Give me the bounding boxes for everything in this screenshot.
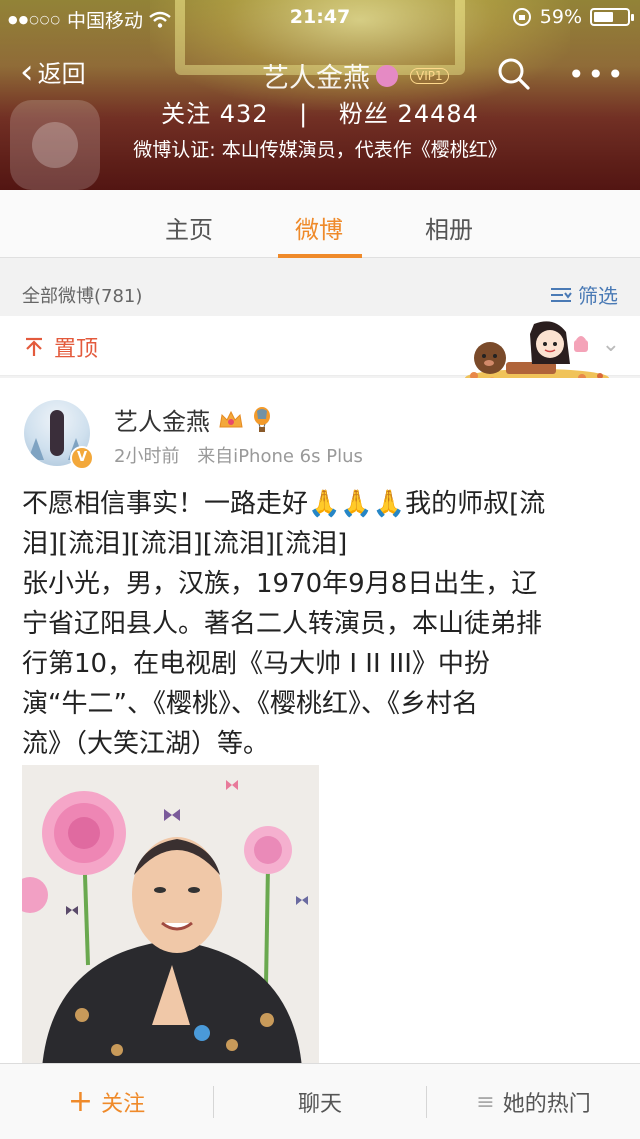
chevron-left-icon: ‹: [20, 51, 34, 92]
tab-home[interactable]: 主页: [165, 210, 213, 245]
crown-icon: [219, 410, 243, 427]
back-label: 返回: [37, 60, 86, 88]
post-line: 不愿相信事实！一路走好🙏🙏🙏我的师叔[流: [22, 489, 546, 519]
follow-label: 关注: [101, 1092, 146, 1117]
post-line: 宁省辽阳县人。著名二人转演员，本山徒弟排: [22, 609, 543, 639]
post-meta: 2小时前 来自iPhone 6s Plus: [114, 442, 375, 468]
following-stat[interactable]: 关注 432: [161, 100, 277, 128]
member-icon: [376, 64, 398, 87]
followers-count: 24484: [397, 100, 479, 128]
back-button[interactable]: ‹ 返回: [20, 54, 86, 89]
stats-divider: |: [299, 100, 309, 128]
battery-icon: [590, 8, 634, 26]
nav-title-text: 艺人金燕: [262, 63, 370, 94]
tab-weibo[interactable]: 微博: [295, 210, 343, 245]
pin-top-icon: [26, 337, 42, 356]
profile-tabs: 主页 微博 相册: [0, 190, 640, 258]
verification-text: 微博认证: 本山传媒演员，代表作《樱桃红》: [133, 139, 507, 161]
avatar-figure: [50, 410, 64, 456]
post-source: 来自iPhone 6s Plus: [197, 446, 363, 467]
filter-button[interactable]: 筛选: [550, 280, 618, 309]
post-count: 全部微博(781): [22, 286, 143, 307]
list-icon: ≡: [476, 1089, 495, 1115]
bottom-action-bar: + 关注 聊天 ≡ 她的热门: [0, 1063, 640, 1139]
more-icon[interactable]: •••: [568, 58, 627, 91]
chat-button[interactable]: 聊天: [214, 1064, 426, 1139]
post-photo[interactable]: [22, 765, 319, 1068]
post-time: 2小时前: [114, 446, 180, 467]
post-text: 不愿相信事实！一路走好🙏🙏🙏我的师叔[流 泪][流泪][流泪][流泪][流泪] …: [22, 484, 618, 764]
tab-album[interactable]: 相册: [425, 210, 473, 245]
hot-posts-button[interactable]: ≡ 她的热门: [427, 1064, 640, 1139]
post-line: 泪][流泪][流泪][流泪][流泪]: [22, 529, 348, 559]
filter-label: 筛选: [578, 284, 618, 308]
search-icon[interactable]: [496, 56, 532, 92]
hot-label: 她的热门: [502, 1092, 591, 1117]
post-line: 演“牛二”、《樱桃》、《樱桃红》、《乡村名: [22, 689, 478, 719]
avatar-tree: [28, 438, 44, 460]
profile-stats: 关注 432 | 粉丝 24484: [0, 94, 640, 129]
post-card: V 艺人金燕 2小时前 来自iPhone 6s Plus 不愿相信事实！一路走好…: [0, 378, 640, 1068]
followers-label: 粉丝: [338, 100, 389, 128]
battery-fill: [594, 12, 613, 22]
follow-button[interactable]: + 关注: [0, 1064, 213, 1139]
nav-title: 艺人金燕 VIP1: [262, 56, 449, 95]
following-label: 关注: [161, 100, 212, 128]
active-tab-indicator: [278, 254, 362, 258]
plus-icon: +: [67, 1084, 94, 1119]
filter-icon: [551, 287, 572, 302]
chat-label: 聊天: [297, 1092, 342, 1117]
rotation-lock-icon: [512, 8, 531, 26]
followers-stat[interactable]: 粉丝 24484: [339, 100, 479, 128]
post-line: 行第10，在电视剧《马大帅 I II III》中扮: [22, 649, 490, 679]
profile-cover: ●●○○○ 中国移动 21:47 59% ‹ 返回 艺人金燕 VIP1 ••• …: [0, 0, 640, 190]
post-line: 张小光，男，汉族，1970年9月8日出生，辽: [22, 569, 538, 599]
author-row: 艺人金燕: [114, 402, 272, 437]
balloon-icon: [254, 406, 270, 432]
pinned-label: 置顶: [54, 337, 99, 362]
filter-row: 全部微博(781) 筛选: [0, 268, 640, 316]
battery-percent: 59%: [539, 6, 582, 28]
verified-badge-icon: V: [70, 446, 94, 470]
author-name[interactable]: 艺人金燕: [114, 402, 210, 437]
vip-badge: VIP1: [410, 67, 449, 84]
status-bar: ●●○○○ 中国移动 21:47 59%: [0, 0, 640, 36]
post-line: 流》（大笑江湖）等。: [22, 729, 270, 759]
following-count: 432: [219, 100, 269, 128]
nav-bar: ‹ 返回 艺人金燕 VIP1 •••: [0, 44, 640, 100]
